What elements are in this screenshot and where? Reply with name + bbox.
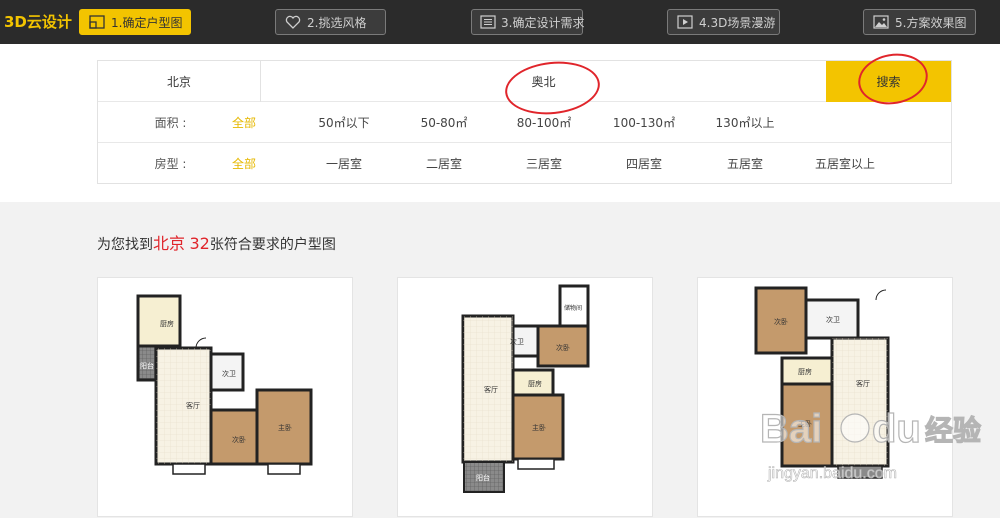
room-label: 次卫 — [826, 315, 840, 324]
area-filter-label: 面积 : — [154, 115, 187, 130]
room-label: 客厅 — [484, 385, 498, 394]
room-label: 主卧 — [278, 423, 292, 432]
step-label: 3.确定设计需求 — [501, 15, 585, 30]
watermark-brand: Bai — [760, 407, 822, 451]
floorplan-card[interactable]: 厨房 阳台 客厅 次卫 次卧 主卧 — [97, 277, 353, 517]
step-label: 1.确定户型图 — [111, 15, 183, 30]
area-option[interactable]: 50㎡以下 — [318, 102, 369, 142]
step-5-renderings[interactable]: 5.方案效果图 — [863, 9, 976, 35]
watermark-url: jingyan.baidu.com — [767, 465, 897, 482]
room-label: 阳台 — [140, 361, 154, 370]
room-label: 次卫 — [222, 369, 236, 378]
watermark-cn: 经验 — [925, 414, 981, 447]
room-label: 次卧 — [556, 343, 570, 352]
room-filter-label: 房型 : — [154, 156, 187, 171]
floorplan-card[interactable]: 储物间 次卫 次卧 厨房 客厅 主卧 阳台 — [397, 277, 653, 517]
floorplan-drawing-2: 储物间 次卫 次卧 厨房 客厅 主卧 阳台 — [461, 284, 590, 493]
watermark-brand-2: du — [872, 407, 921, 451]
results-city: 北京 — [153, 234, 186, 253]
room-label: 厨房 — [528, 379, 542, 388]
room-option[interactable]: 三居室 — [526, 143, 562, 183]
room-label: 储物间 — [564, 304, 582, 312]
room-label: 次卫 — [510, 337, 524, 346]
floorplan-icon — [88, 14, 106, 30]
room-label: 厨房 — [160, 319, 174, 328]
results-count: 32 — [189, 234, 210, 253]
room-option[interactable]: 五居室以上 — [815, 143, 875, 183]
step-label: 5.方案效果图 — [895, 15, 967, 30]
area-option[interactable]: 50-80㎡ — [421, 102, 468, 142]
room-option[interactable]: 二居室 — [426, 143, 462, 183]
results-suffix: 张符合要求的户型图 — [209, 237, 336, 253]
step-label: 2.挑选风格 — [307, 15, 367, 30]
room-filter-row: 房型 : 全部 一居室 二居室 三居室 四居室 五居室 五居室以上 — [98, 143, 951, 183]
heart-icon — [284, 14, 302, 30]
video-icon — [676, 14, 694, 30]
checklist-icon — [480, 14, 496, 30]
step-1-floorplan[interactable]: 1.确定户型图 — [79, 9, 191, 35]
area-option[interactable]: 130㎡以上 — [716, 102, 775, 142]
step-label: 4.3D场景漫游 — [699, 15, 776, 30]
room-label: 主卧 — [532, 423, 546, 432]
results-prefix: 为您找到 — [97, 237, 153, 253]
room-label: 客厅 — [856, 379, 870, 388]
watermark-graphic: Bai du 经验 jingyan.baidu.com — [759, 406, 981, 482]
step-2-style[interactable]: 2.挑选风格 — [275, 9, 386, 35]
area-option[interactable]: 100-130㎡ — [613, 102, 675, 142]
room-label: 次卧 — [774, 317, 788, 326]
step-3-requirements[interactable]: 3.确定设计需求 — [471, 9, 585, 35]
room-option[interactable]: 一居室 — [326, 143, 362, 183]
room-label: 客厅 — [186, 401, 200, 410]
results-title: 为您找到北京 32张符合要求的户型图 — [97, 230, 336, 254]
room-option[interactable]: 四居室 — [626, 143, 662, 183]
area-option-all[interactable]: 全部 — [232, 102, 256, 142]
room-label: 阳台 — [476, 473, 490, 482]
image-icon — [872, 14, 890, 30]
baidu-watermark: Bai du 经验 jingyan.baidu.com — [759, 390, 1000, 500]
brand-logo[interactable]: 3D云设计 — [4, 11, 72, 32]
floorplan-drawing-1: 厨房 阳台 客厅 次卫 次卧 主卧 — [136, 294, 313, 475]
top-navigation-bar: 3D云设计 1.确定户型图 2.挑选风格 3.确定设计需求 4.3D场景漫游 5… — [0, 0, 1000, 44]
room-label: 次卧 — [232, 435, 246, 444]
room-option[interactable]: 五居室 — [727, 143, 763, 183]
paw-icon — [840, 413, 870, 443]
room-label: 厨房 — [798, 367, 812, 376]
city-selector[interactable]: 北京 — [98, 61, 261, 102]
room-option-all[interactable]: 全部 — [232, 143, 256, 183]
step-4-3d-tour[interactable]: 4.3D场景漫游 — [667, 9, 780, 35]
